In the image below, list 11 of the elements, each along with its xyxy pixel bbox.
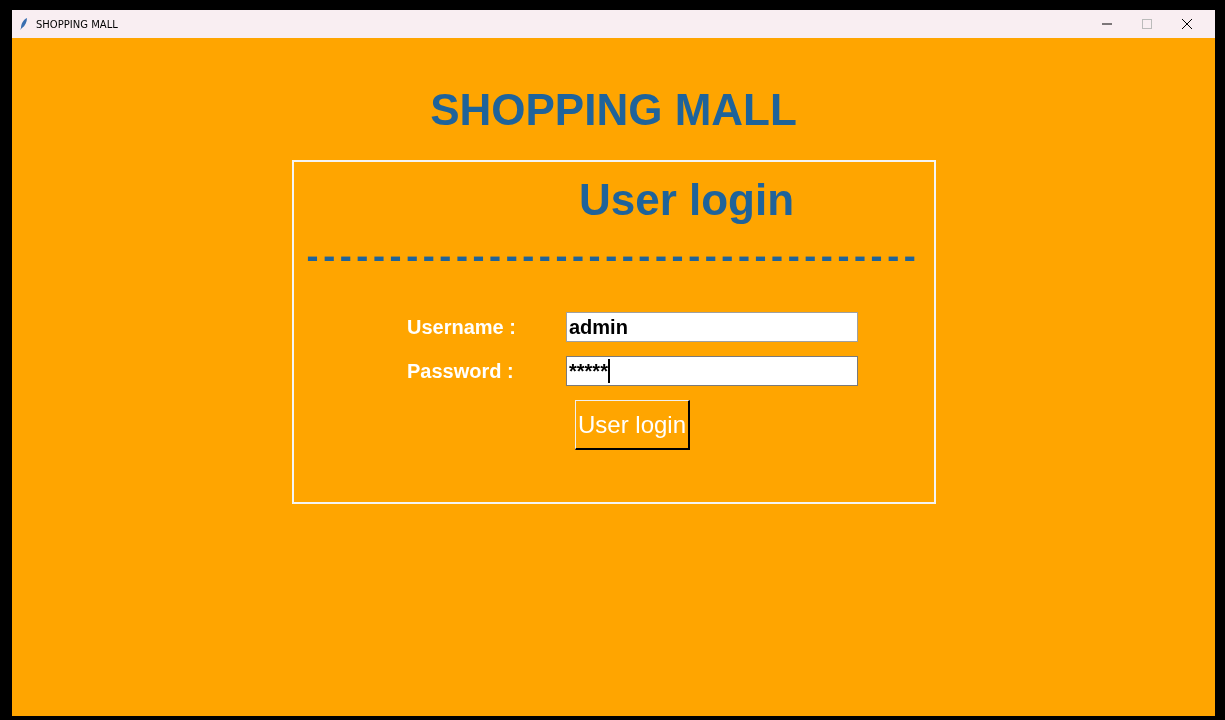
close-icon: [1182, 19, 1192, 29]
maximize-icon: [1142, 19, 1152, 29]
field-label: Username :: [407, 315, 517, 340]
panel-title: User login: [578, 174, 795, 226]
feather-icon: [20, 18, 28, 30]
dashed-divider: -------------------------------------: [306, 236, 921, 276]
app-heading: SHOPPING MALL: [430, 84, 797, 136]
input-field[interactable]: admin: [566, 312, 858, 342]
window-title: SHOPPING MALL: [36, 18, 119, 30]
field-label: Password :: [407, 359, 515, 384]
input-field[interactable]: *****: [566, 356, 858, 386]
